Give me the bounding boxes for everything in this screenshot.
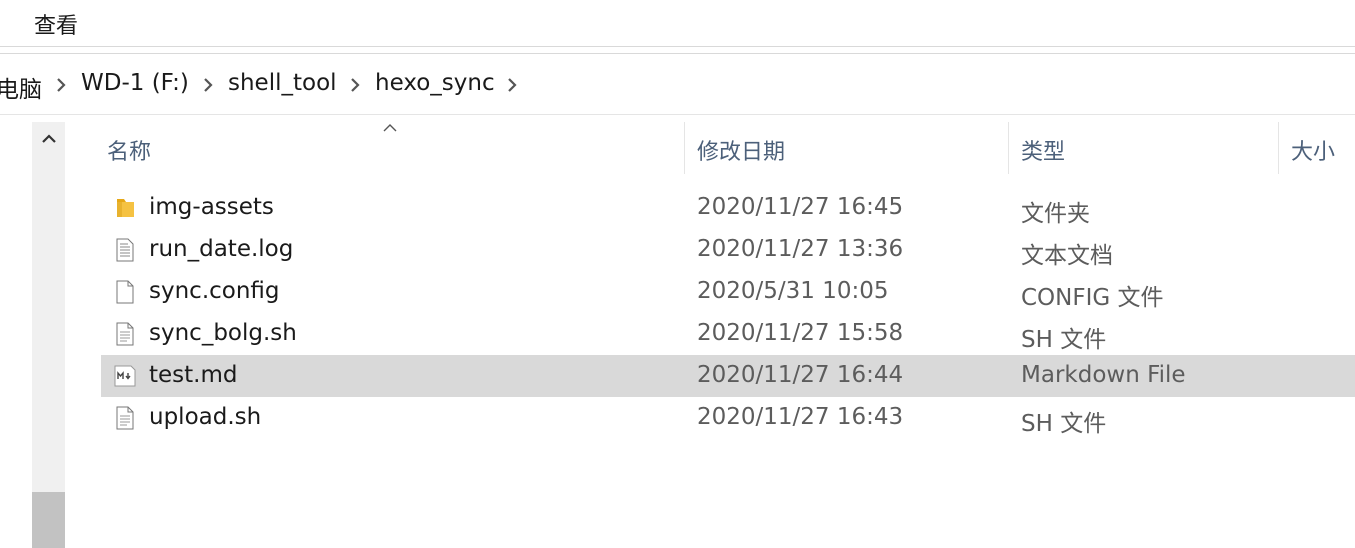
file-type: 文本文档 [1021,243,1113,269]
blank-file-icon [113,280,137,304]
file-row[interactable]: img-assets 2020/11/27 16:45 文件夹 [101,187,1355,229]
breadcrumb-item-this-pc[interactable]: 电脑 [0,70,42,104]
file-type: CONFIG 文件 [1021,285,1164,311]
column-header-type[interactable]: 类型 [1021,134,1065,166]
chevron-right-icon[interactable] [350,78,360,92]
column-divider[interactable] [684,122,685,174]
file-name: run_date.log [149,236,294,262]
column-header-modified[interactable]: 修改日期 [697,134,785,166]
column-header-name[interactable]: 名称 [107,134,151,166]
file-type: Markdown File [1021,362,1186,388]
address-bar-bottom-border [0,114,1355,115]
markdown-file-icon [113,364,137,388]
breadcrumb-item-hexo-sync[interactable]: hexo_sync [375,70,495,96]
text-document-icon [113,238,137,262]
file-type: SH 文件 [1021,411,1107,437]
breadcrumb-item-shell-tool[interactable]: shell_tool [228,70,337,96]
chevron-right-icon[interactable] [507,78,517,92]
column-header-size[interactable]: 大小 [1291,134,1335,166]
script-file-icon [113,322,137,346]
file-row[interactable]: test.md 2020/11/27 16:44 Markdown File [101,355,1355,397]
scroll-thumb[interactable] [32,492,65,548]
sort-ascending-icon [382,118,398,137]
scroll-up-button[interactable] [32,122,65,156]
file-modified: 2020/11/27 16:44 [697,362,904,388]
chevron-right-icon[interactable] [56,78,66,92]
vertical-scrollbar[interactable] [32,122,65,548]
file-row[interactable]: run_date.log 2020/11/27 13:36 文本文档 [101,229,1355,271]
file-name: sync.config [149,278,280,304]
file-row[interactable]: upload.sh 2020/11/27 16:43 SH 文件 [101,397,1355,439]
column-divider[interactable] [1008,122,1009,174]
file-name: sync_bolg.sh [149,320,297,346]
file-row[interactable]: sync_bolg.sh 2020/11/27 15:58 SH 文件 [101,313,1355,355]
address-bar-top-border [0,53,1355,54]
ribbon-tab-view[interactable]: 查看 [34,8,78,40]
file-modified: 2020/11/27 13:36 [697,236,904,262]
ribbon-divider [0,46,1355,47]
file-type: SH 文件 [1021,327,1107,353]
column-header: 名称 修改日期 类型 大小 [100,122,1355,174]
file-name: upload.sh [149,404,262,430]
script-file-icon [113,406,137,430]
chevron-right-icon[interactable] [203,78,213,92]
folder-icon [113,196,137,220]
file-name: img-assets [149,194,274,220]
ribbon: 查看 [0,0,1355,46]
file-type: 文件夹 [1021,201,1090,227]
chevron-up-icon [41,134,56,143]
file-name: test.md [149,362,238,388]
file-row[interactable]: sync.config 2020/5/31 10:05 CONFIG 文件 [101,271,1355,313]
column-divider[interactable] [1278,122,1279,174]
file-modified: 2020/5/31 10:05 [697,278,889,304]
breadcrumb: 电脑 WD-1 (F:) shell_tool hexo_sync [0,58,1355,110]
file-modified: 2020/11/27 16:43 [697,404,904,430]
file-modified: 2020/11/27 16:45 [697,194,904,220]
breadcrumb-item-drive[interactable]: WD-1 (F:) [81,70,189,96]
file-modified: 2020/11/27 15:58 [697,320,904,346]
